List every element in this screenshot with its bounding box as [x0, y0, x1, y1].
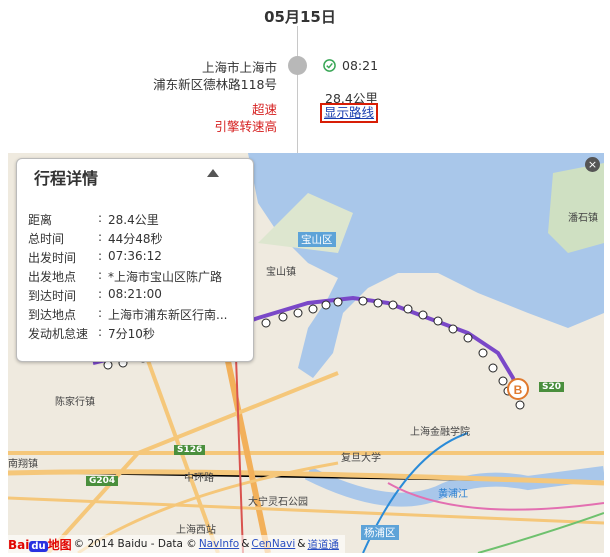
map-label-paoligao: 潘石镇: [568, 213, 598, 224]
details-list: 距离:28.4公里 总时间:44分48秒 出发时间:07:36:12 出发地点:…: [28, 211, 248, 344]
clock-icon: [323, 59, 336, 72]
map-copyright: Bai du 地图 © 2014 Baidu - Data © NavInfo & …: [8, 535, 345, 553]
detail-row-depart-time: 出发时间:07:36:12: [28, 249, 162, 265]
warning-high-rpm: 引擎转速高: [214, 119, 277, 134]
end-marker-label: B: [514, 383, 523, 397]
cennavi-link[interactable]: CenNavi: [251, 538, 295, 550]
shield-s20: S20: [539, 382, 565, 392]
collapse-icon[interactable]: [207, 169, 219, 177]
daodaotong-link[interactable]: 道道通: [307, 537, 339, 552]
map-label-daning: 大宁灵石公园: [248, 497, 308, 508]
warning-speeding: 超速: [251, 102, 277, 117]
event-time-value: 08:21: [342, 58, 379, 73]
shield-s126: S126: [174, 445, 206, 455]
location-line-1: 上海市上海市: [201, 60, 277, 75]
detail-row-depart-location: 出发地点: *上海市宝山区陈广路: [28, 268, 223, 284]
show-route-link[interactable]: 显示路线: [320, 103, 379, 123]
detail-row-distance: 距离:28.4公里: [28, 211, 159, 227]
navinfo-link[interactable]: NavInfo: [199, 538, 239, 550]
detail-row-arrive-location: 到达地点: 上海市浦东新区行南...: [28, 306, 228, 322]
detail-row-arrive-time: 到达时间:08:21:00: [28, 287, 162, 303]
map-label-fudan: 复旦大学: [341, 453, 381, 464]
map-label-finance: 上海金融学院: [410, 427, 470, 438]
map-label-zhonghuan: 中环路: [184, 473, 214, 484]
map-label-xizhan: 上海西站: [176, 525, 216, 536]
trip-details-panel: 行程详情 距离:28.4公里 总时间:44分48秒 出发时间:07:36:12 …: [16, 158, 254, 362]
detail-row-total-time: 总时间:44分48秒: [28, 230, 163, 246]
map-label-baoshan: 宝山区: [298, 232, 336, 247]
copyright-text: © 2014 Baidu - Data ©: [73, 538, 197, 550]
copyright-amp-2: &: [297, 538, 306, 550]
map-label-yangpu: 杨浦区: [361, 525, 399, 540]
event-warnings: 超速 引擎转速高: [214, 101, 277, 135]
detail-row-idle: 发动机怠速:7分10秒: [28, 325, 155, 341]
map-label-nanxiang: 南翔镇: [8, 459, 38, 470]
map-label-baoshan-town: 宝山镇: [266, 267, 296, 278]
location-line-2: 浦东新区德林路118号: [153, 77, 277, 92]
baidu-logo[interactable]: Bai du 地图: [8, 536, 72, 553]
map-label-huangpu: 黄浦江: [438, 489, 468, 500]
shield-g204: G204: [86, 476, 119, 486]
event-time: 08:21: [323, 58, 378, 73]
timeline-dot: [288, 56, 307, 75]
trip-date: 05月15日: [264, 8, 336, 26]
copyright-amp-1: &: [241, 538, 250, 550]
panel-title: 行程详情: [34, 169, 99, 188]
map-close-button[interactable]: ×: [585, 157, 600, 172]
event-location: 上海市上海市 浦东新区德林路118号: [153, 59, 277, 93]
map-label-chenjia: 陈家行镇: [55, 397, 95, 408]
timeline-line: [297, 26, 298, 154]
